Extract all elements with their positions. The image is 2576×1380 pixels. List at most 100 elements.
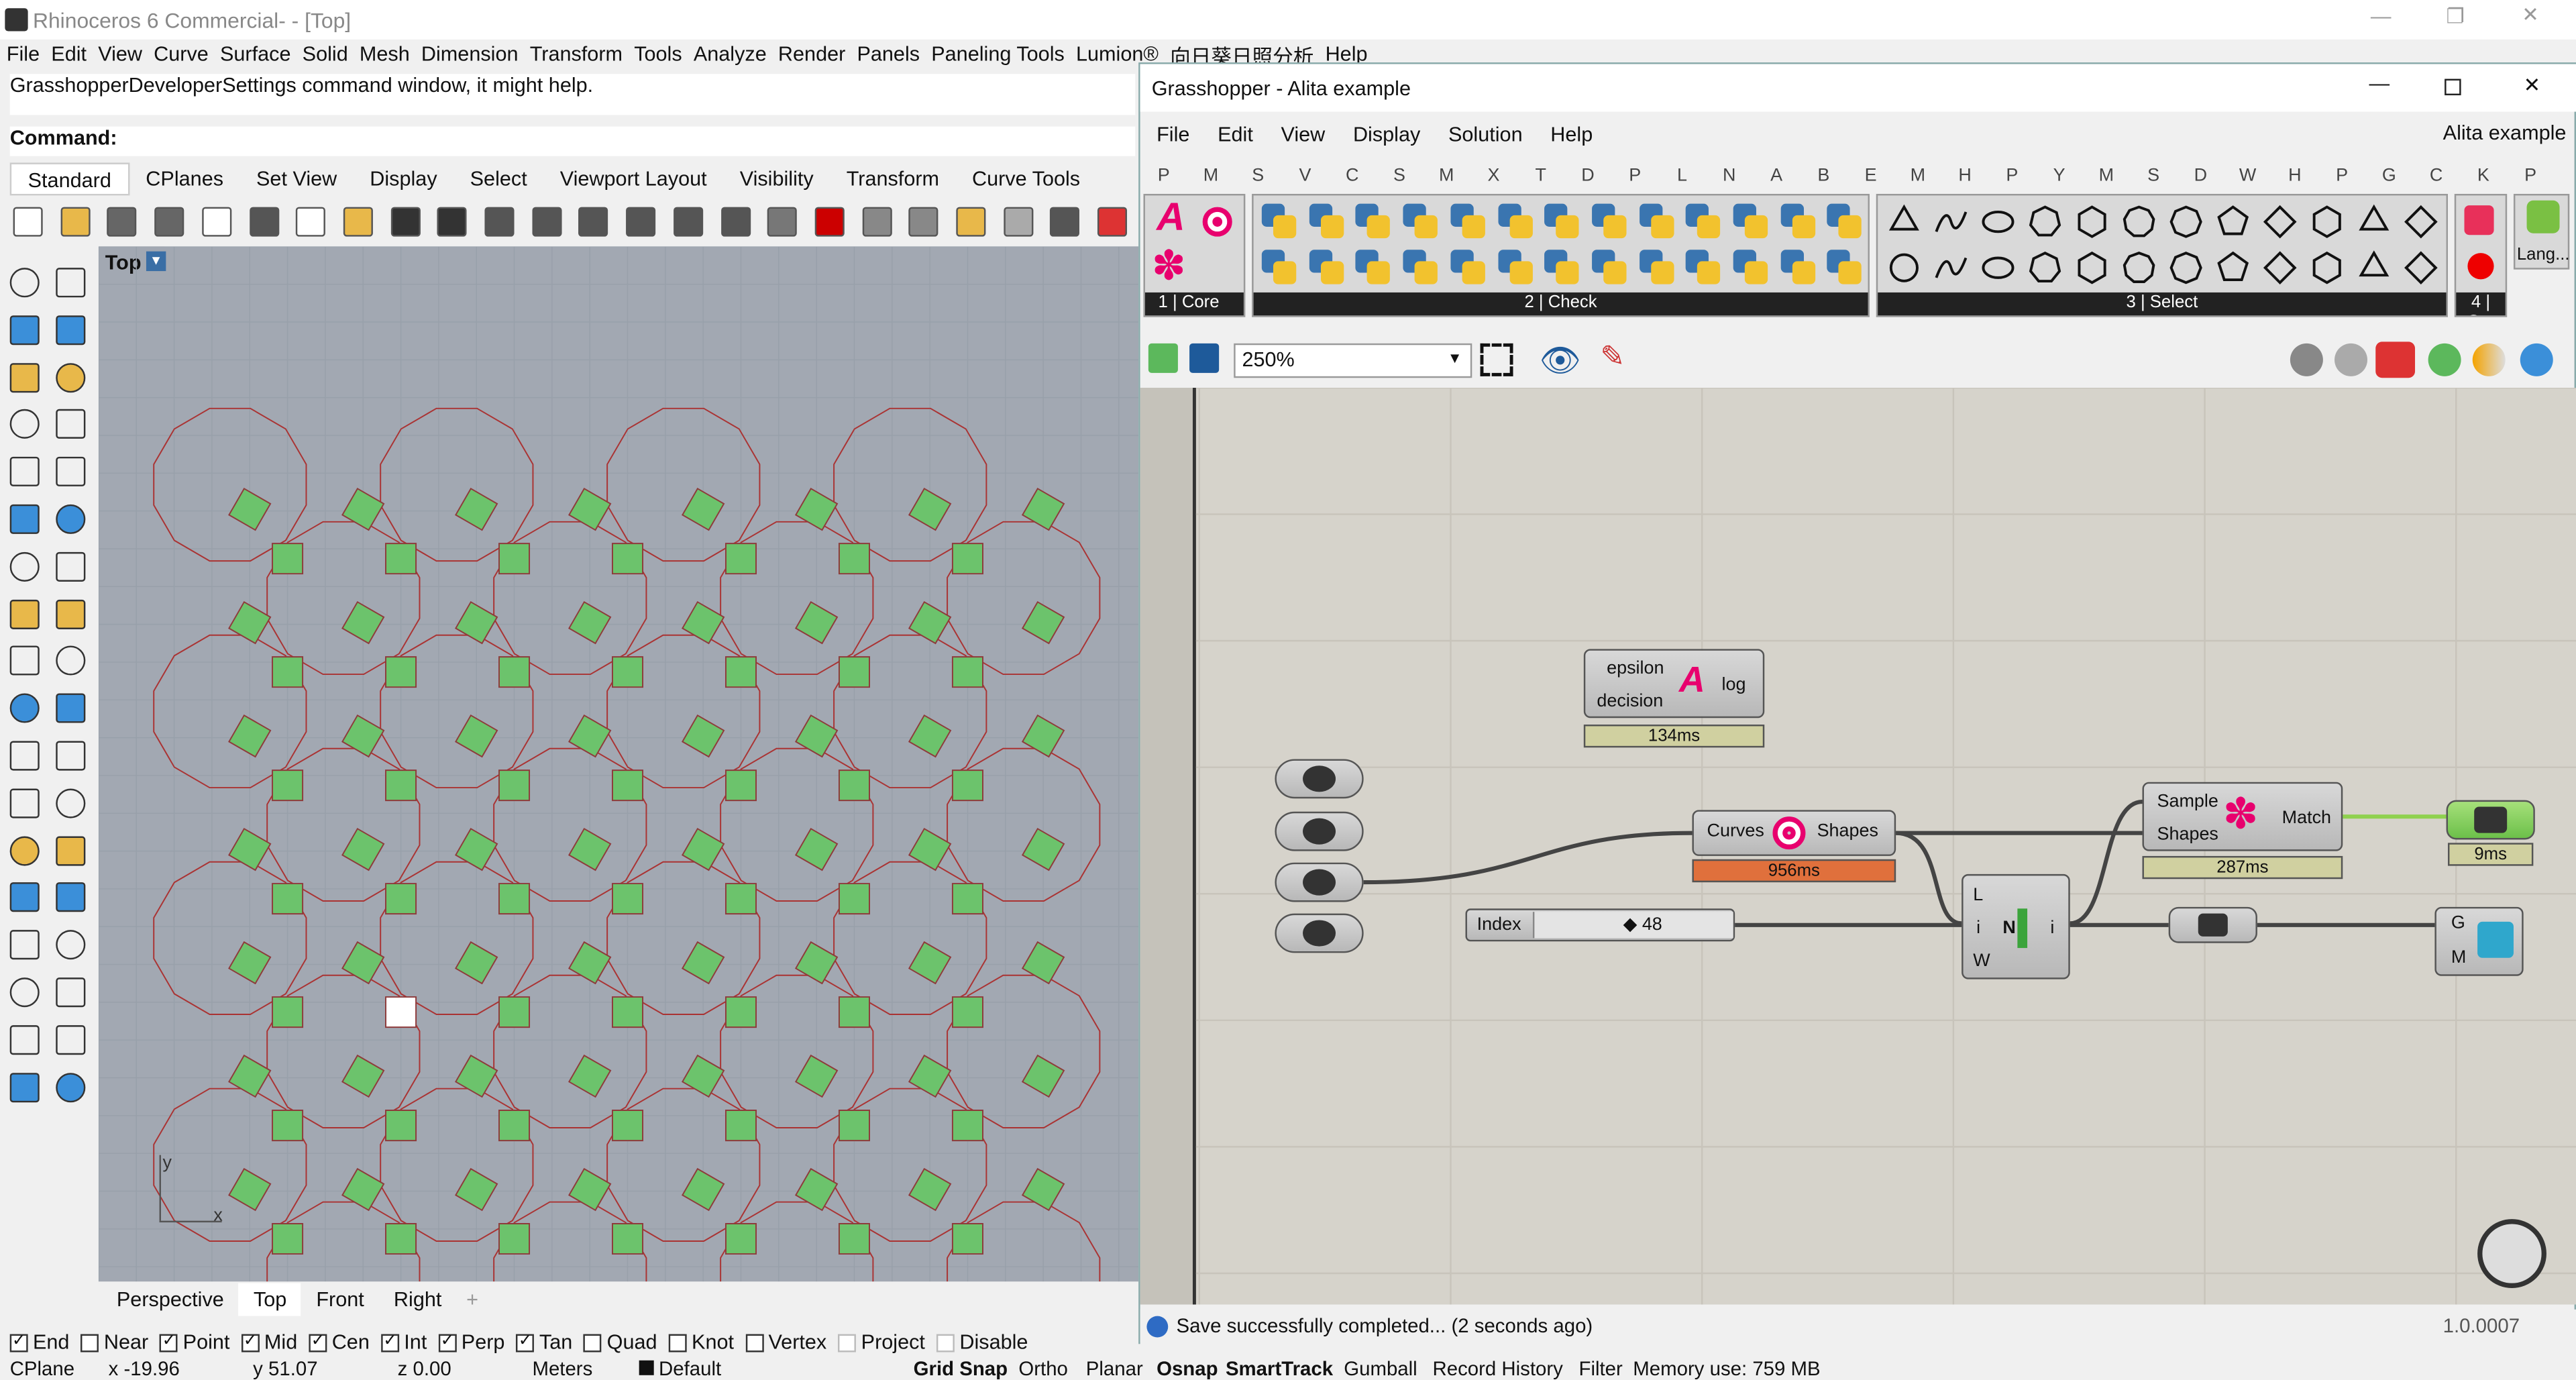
gh-category-tab[interactable]: P (1611, 166, 1658, 185)
left-tool-icon[interactable] (9, 883, 40, 913)
status-ortho[interactable]: Ortho (1018, 1357, 1068, 1380)
toolbar-tool-icon[interactable] (484, 207, 515, 237)
rhino-menu-item[interactable]: View (98, 43, 142, 66)
gh-category-tab[interactable]: M (1423, 166, 1470, 185)
python-script-icon[interactable] (1403, 250, 1440, 286)
shape-select-icon[interactable] (2263, 205, 2297, 239)
rhino-menu-item[interactable]: Solid (303, 43, 348, 66)
custom-preview-node[interactable]: G M (2434, 906, 2524, 976)
left-tool-icon[interactable] (56, 598, 86, 629)
osnap-near[interactable]: Near (80, 1331, 148, 1354)
python-script-icon[interactable] (1686, 250, 1722, 286)
param-node-3[interactable] (1275, 862, 1364, 902)
gh-category-tab[interactable]: P (1988, 166, 2035, 185)
checkbox[interactable]: ✓ (160, 1333, 178, 1352)
left-tool-icon[interactable] (56, 835, 86, 865)
left-tool-icon[interactable] (56, 362, 86, 392)
osnap-knot[interactable]: Knot (668, 1331, 734, 1354)
python-script-icon[interactable] (1544, 250, 1581, 286)
shape-select-icon[interactable] (2404, 205, 2438, 239)
osnap-point[interactable]: ✓ Point (160, 1331, 229, 1354)
gh-category-tab[interactable]: K (2460, 166, 2507, 185)
checkbox[interactable] (745, 1333, 764, 1352)
toolbar-tab[interactable]: Standard (9, 162, 129, 196)
toolbar-tab[interactable]: Visibility (723, 162, 830, 195)
left-tool-icon[interactable] (9, 1072, 40, 1102)
gh-category-tab[interactable]: V (1281, 166, 1328, 185)
left-tool-icon[interactable] (56, 930, 86, 960)
left-tool-icon[interactable] (56, 315, 86, 345)
shape-select-icon[interactable] (2359, 250, 2390, 277)
gh-category-tab[interactable]: A (1753, 166, 1800, 185)
param-node-4[interactable] (1275, 913, 1364, 953)
save-file-icon[interactable] (1189, 343, 1220, 373)
toolbar-tab[interactable]: Set View (240, 162, 354, 195)
preview-wire-icon[interactable] (2290, 343, 2323, 376)
viewport-tab[interactable]: Perspective (102, 1283, 239, 1316)
toolbar-tool-icon[interactable] (626, 207, 656, 237)
python-script-icon[interactable] (1827, 250, 1864, 286)
checkbox[interactable]: ✓ (241, 1333, 260, 1352)
toolbar-tool-icon[interactable] (154, 207, 184, 237)
left-tool-icon[interactable] (9, 315, 40, 345)
preview-selected-icon[interactable] (2375, 341, 2416, 378)
lang-panel[interactable]: Lang... (2513, 193, 2570, 270)
python-script-icon[interactable] (1309, 203, 1345, 240)
shape-select-icon[interactable] (1935, 257, 1968, 278)
osnap-cen[interactable]: ✓ Cen (309, 1331, 370, 1354)
toolbar-tool-icon[interactable] (814, 207, 845, 237)
checkbox[interactable]: ✓ (516, 1333, 535, 1352)
toolbar-tab[interactable]: CPlanes (129, 162, 240, 195)
shape-select-icon[interactable] (2078, 251, 2106, 284)
osnap-perp[interactable]: ✓ Perp (438, 1331, 504, 1354)
flower-icon[interactable]: ✽ (1152, 242, 1186, 290)
left-tool-icon[interactable] (56, 409, 86, 439)
python-script-icon[interactable] (1827, 203, 1864, 240)
osnap-quad[interactable]: Quad (584, 1331, 657, 1354)
toolbar-tool-icon[interactable] (531, 207, 561, 237)
shape-select-icon[interactable] (2123, 252, 2155, 283)
shape-select-icon[interactable] (2169, 205, 2202, 238)
gh-category-tab[interactable]: D (2177, 166, 2224, 185)
shape-select-icon[interactable] (2217, 205, 2249, 235)
osnap-mid[interactable]: ✓ Mid (241, 1331, 297, 1354)
canvas-widget-icon[interactable] (2477, 1219, 2546, 1289)
checkbox[interactable]: ✓ (9, 1333, 28, 1352)
python-script-icon[interactable] (1544, 203, 1581, 240)
param-node-2[interactable] (1275, 811, 1364, 851)
checkbox[interactable]: ✓ (381, 1333, 399, 1352)
osnap-end[interactable]: ✓ End (9, 1331, 69, 1354)
rhino-menu-item[interactable]: Panels (857, 43, 920, 66)
top-viewport[interactable]: Top ▼ y x (98, 246, 1139, 1282)
rhino-menu-item[interactable]: Analyze (694, 43, 767, 66)
python-script-icon[interactable] (1639, 250, 1675, 286)
zoom-extents-icon[interactable] (1480, 343, 1513, 376)
python-script-icon[interactable] (1356, 203, 1392, 240)
toolbar-tool-icon[interactable] (437, 207, 468, 237)
left-tool-icon[interactable] (56, 883, 86, 913)
osnap-disable[interactable]: Disable (936, 1331, 1028, 1354)
osnap-tan[interactable]: ✓ Tan (516, 1331, 572, 1354)
python-script-icon[interactable] (1450, 250, 1487, 286)
toolbar-tool-icon[interactable] (673, 207, 703, 237)
gh-close-icon[interactable]: ✕ (2524, 72, 2541, 97)
toolbar-tool-icon[interactable] (767, 207, 798, 237)
output-param-node[interactable] (2446, 800, 2535, 840)
toolbar-tool-icon[interactable] (249, 207, 279, 237)
gh-category-tab[interactable]: E (1847, 166, 1894, 185)
gh-category-tab[interactable]: H (1941, 166, 1988, 185)
checkbox[interactable]: ✓ (438, 1333, 457, 1352)
rhino-menu-item[interactable]: Render (778, 43, 845, 66)
checkbox[interactable] (936, 1333, 955, 1352)
left-tool-icon[interactable] (56, 693, 86, 724)
shape-select-icon[interactable] (2029, 205, 2061, 237)
command-prompt[interactable]: Command: (9, 126, 1136, 156)
gh-menu-item[interactable]: Edit (1218, 123, 1253, 146)
left-tool-icon[interactable] (9, 268, 40, 298)
left-tool-icon[interactable] (9, 788, 40, 818)
checkbox[interactable] (838, 1333, 857, 1352)
shape-select-icon[interactable] (2217, 251, 2249, 282)
status-layer[interactable]: Default (659, 1357, 721, 1380)
item-param-node[interactable] (2168, 906, 2257, 943)
python-script-icon[interactable] (1261, 250, 1298, 286)
